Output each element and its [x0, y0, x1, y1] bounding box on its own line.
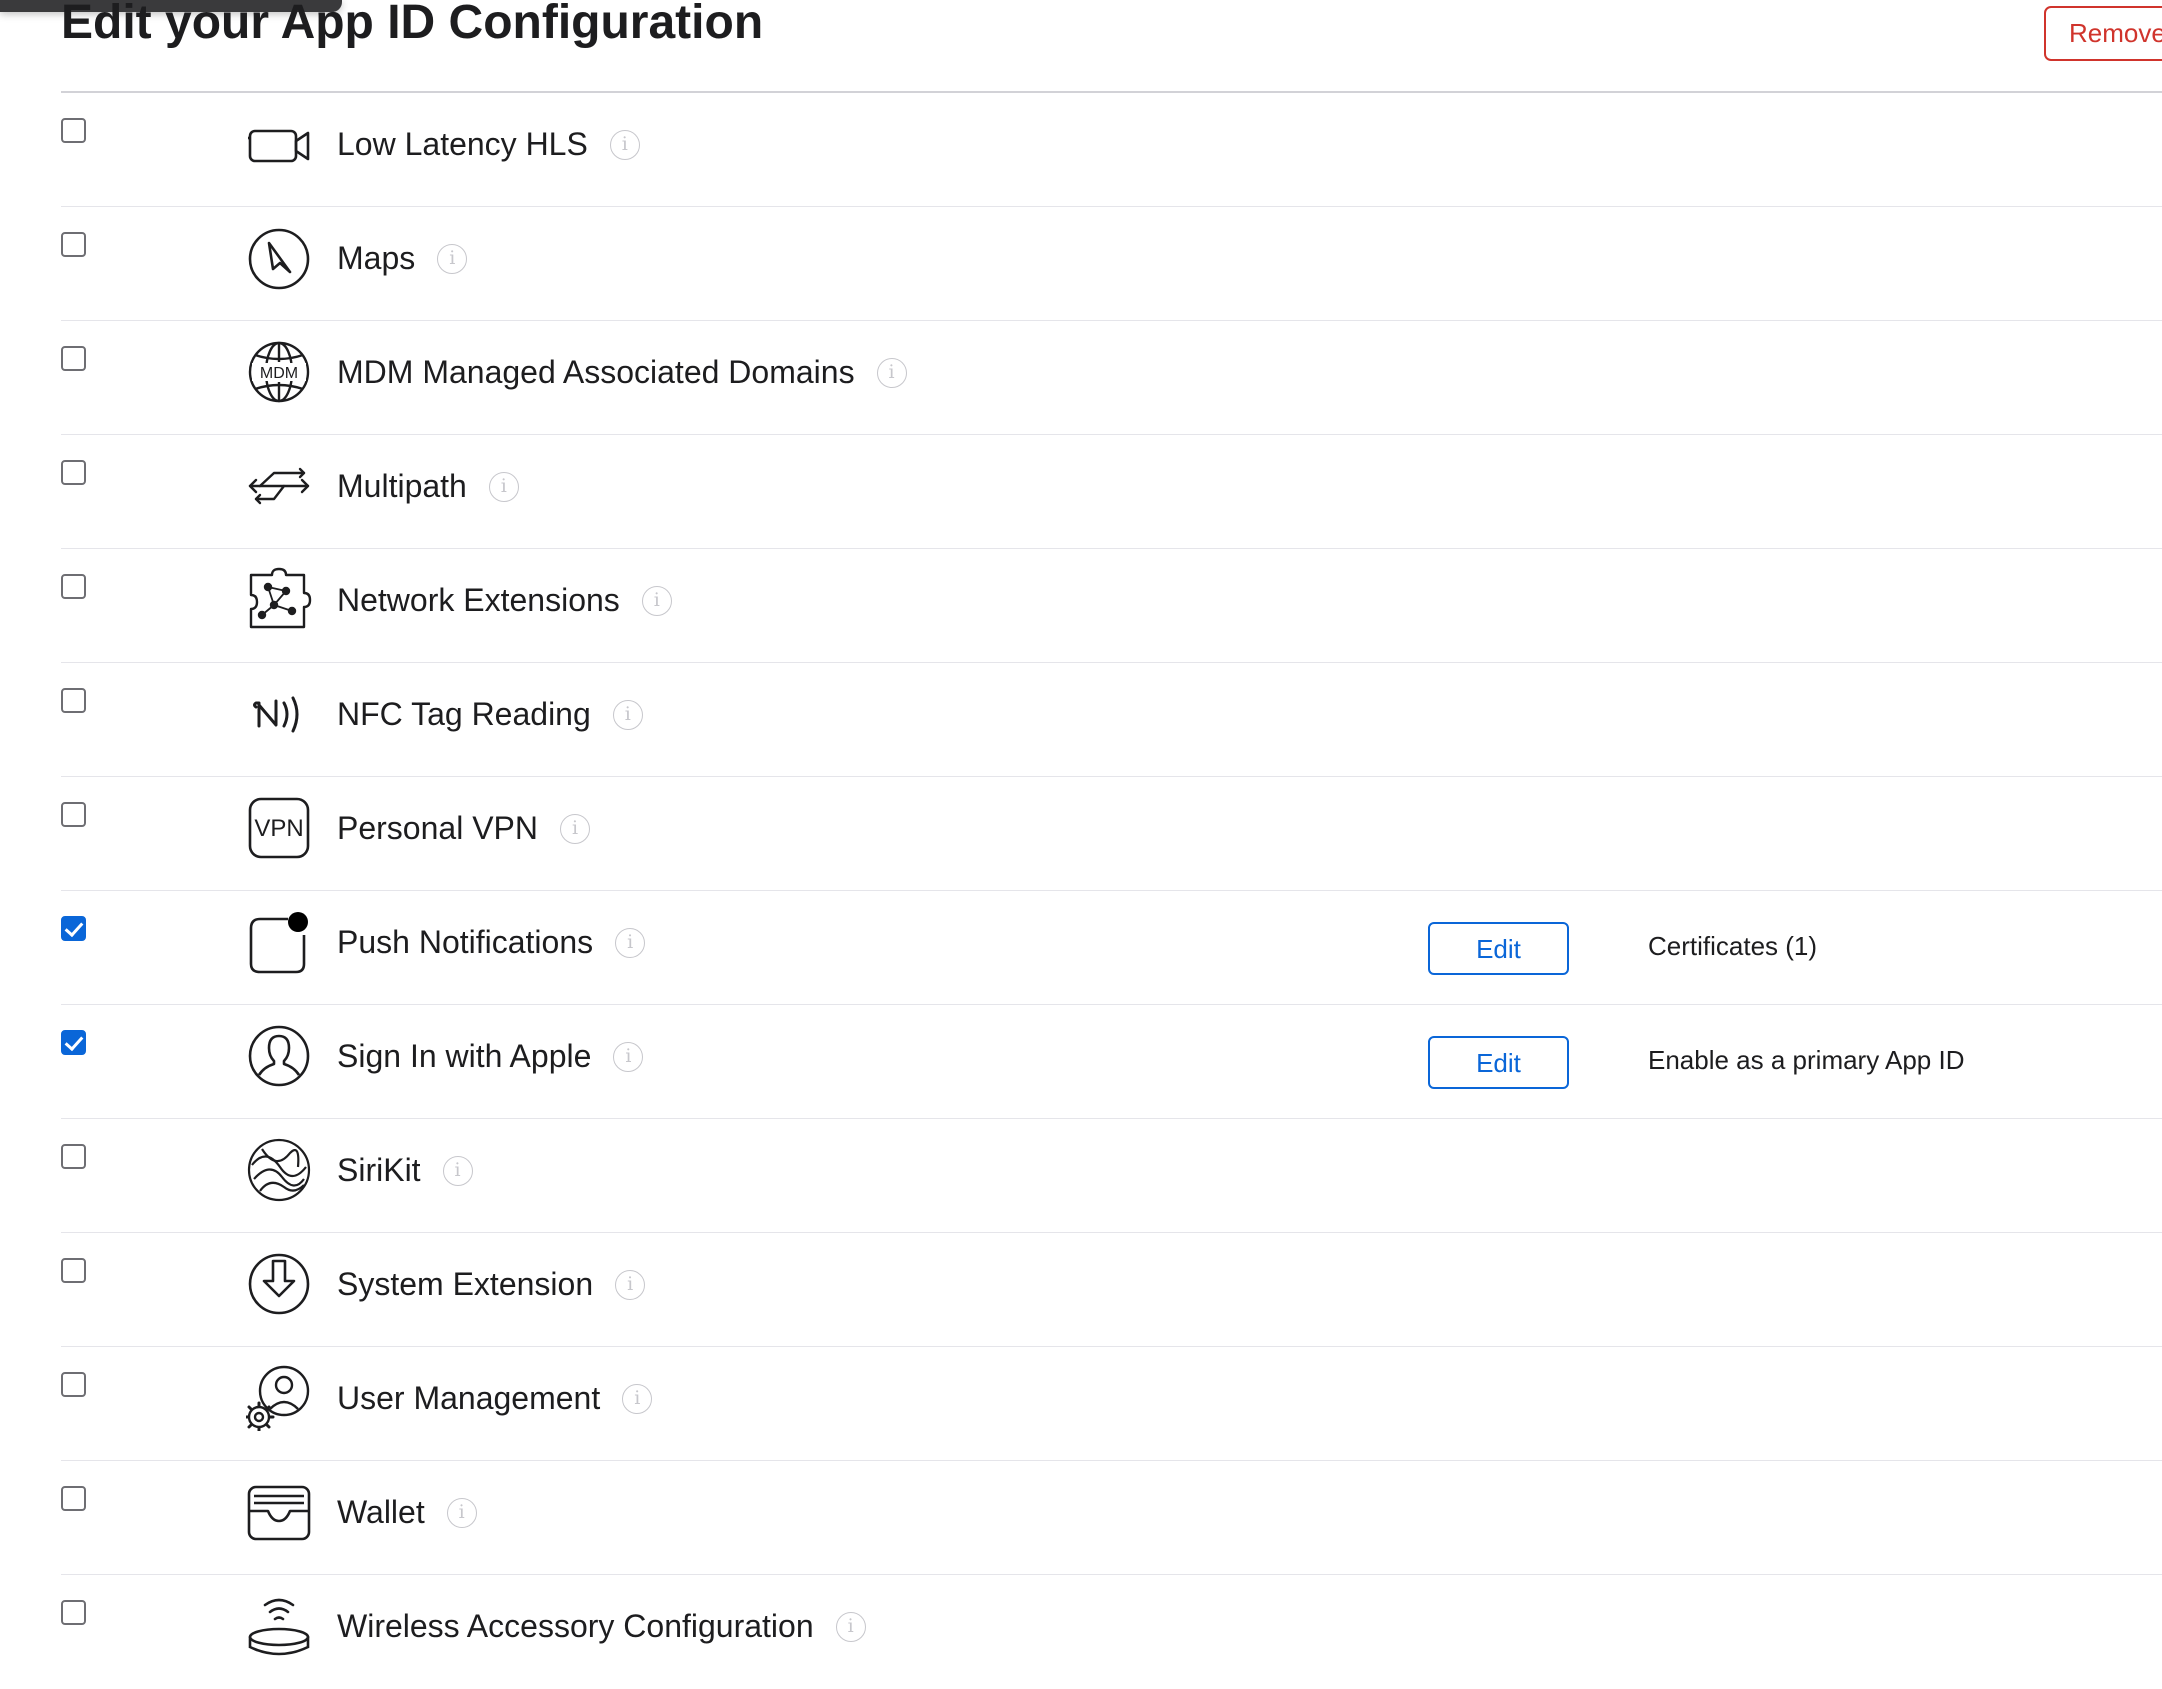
nfc-icon — [246, 681, 312, 747]
capability-label: Maps i — [337, 238, 468, 278]
capability-checkbox[interactable] — [61, 1600, 86, 1625]
capability-label-text: Sign In with Apple — [337, 1038, 592, 1074]
info-icon[interactable]: i — [488, 471, 519, 502]
capability-label-text: Wallet — [337, 1494, 425, 1530]
info-icon[interactable]: i — [613, 1041, 644, 1072]
capability-label: NFC Tag Reading i — [337, 694, 643, 734]
capability-row-low-latency-hls: Low Latency HLS i — [61, 93, 2162, 207]
capability-row-multipath: Multipath i — [61, 435, 2162, 549]
capability-row-sign-in-with-apple: Sign In with Apple i Edit Enable as a pri… — [61, 1005, 2162, 1119]
capability-label-text: Maps — [337, 240, 416, 276]
user-gear-icon — [246, 1365, 312, 1431]
info-icon[interactable]: i — [442, 1155, 473, 1186]
person-circle-icon — [246, 1023, 312, 1089]
info-icon[interactable]: i — [559, 813, 590, 844]
capability-label: Sign In with Apple i — [337, 1036, 644, 1076]
capability-checkbox[interactable] — [61, 232, 86, 257]
capability-label: Network Extensions i — [337, 580, 672, 620]
capability-checkbox[interactable] — [61, 1030, 86, 1055]
capability-label-text: NFC Tag Reading — [337, 696, 591, 732]
capability-label-text: User Management — [337, 1380, 601, 1416]
capability-label: Push Notifications i — [337, 922, 646, 962]
capability-label: Low Latency HLS i — [337, 124, 640, 164]
capability-row-network-extensions: Network Extensions i — [61, 549, 2162, 663]
capability-label: Wallet i — [337, 1492, 477, 1532]
capability-row-wireless-accessory-configuration: Wireless Accessory Configuration i — [61, 1575, 2162, 1689]
compass-icon — [246, 225, 312, 291]
capability-label: MDM Managed Associated Domains i — [337, 352, 907, 392]
wireless-accessory-icon — [246, 1593, 312, 1659]
info-icon[interactable]: i — [876, 357, 907, 388]
capability-label-text: SiriKit — [337, 1152, 421, 1188]
capability-checkbox[interactable] — [61, 1372, 86, 1397]
capability-label-text: System Extension — [337, 1266, 594, 1302]
capability-row-personal-vpn: VPN Personal VPN i — [61, 777, 2162, 891]
capability-checkbox[interactable] — [61, 802, 86, 827]
capability-row-nfc-tag-reading: NFC Tag Reading i — [61, 663, 2162, 777]
capability-checkbox[interactable] — [61, 688, 86, 713]
capability-label: Multipath i — [337, 466, 519, 506]
download-arrow-icon — [246, 1251, 312, 1317]
info-icon[interactable]: i — [641, 585, 672, 616]
capability-row-maps: Maps i — [61, 207, 2162, 321]
capability-list: Low Latency HLS i Maps i MDM MDM Managed… — [0, 93, 2162, 1689]
capability-label-text: Low Latency HLS — [337, 126, 588, 162]
info-icon[interactable]: i — [446, 1497, 477, 1528]
capability-label: System Extension i — [337, 1264, 646, 1304]
capability-label-text: Personal VPN — [337, 810, 538, 846]
capability-checkbox[interactable] — [61, 1486, 86, 1511]
capability-checkbox[interactable] — [61, 118, 86, 143]
info-icon[interactable]: i — [615, 927, 646, 958]
capability-label-text: Wireless Accessory Configuration — [337, 1608, 814, 1644]
edit-sign-in-with-apple-button[interactable]: Edit — [1428, 1036, 1569, 1089]
capability-label: SiriKit i — [337, 1150, 473, 1190]
info-icon[interactable]: i — [612, 699, 643, 730]
remove-button[interactable]: Remove — [2044, 6, 2162, 61]
capability-label: Wireless Accessory Configuration i — [337, 1606, 866, 1646]
siri-icon — [246, 1137, 312, 1203]
capability-row-user-management: User Management i — [61, 1347, 2162, 1461]
info-icon[interactable]: i — [615, 1269, 646, 1300]
video-camera-icon — [246, 111, 312, 177]
capability-label-text: Network Extensions — [337, 582, 620, 618]
capability-checkbox[interactable] — [61, 346, 86, 371]
capability-checkbox[interactable] — [61, 1144, 86, 1169]
capability-checkbox[interactable] — [61, 916, 86, 941]
info-icon[interactable]: i — [437, 243, 468, 274]
capability-row-mdm-managed-associated-domains: MDM MDM Managed Associated Domains i — [61, 321, 2162, 435]
vpn-icon: VPN — [246, 795, 312, 861]
capability-detail: Enable as a primary App ID — [1648, 1045, 1965, 1075]
mdm-icon-text: MDM — [260, 365, 298, 382]
capability-checkbox[interactable] — [61, 460, 86, 485]
capability-label-text: MDM Managed Associated Domains — [337, 354, 855, 390]
info-icon[interactable]: i — [609, 129, 640, 160]
notification-badge-icon — [246, 909, 312, 975]
info-icon[interactable]: i — [622, 1383, 653, 1414]
capability-row-sirikit: SiriKit i — [61, 1119, 2162, 1233]
capability-checkbox[interactable] — [61, 574, 86, 599]
capability-row-system-extension: System Extension i — [61, 1233, 2162, 1347]
capability-row-push-notifications: Push Notifications i Edit Certificates (1… — [61, 891, 2162, 1005]
wallet-icon — [246, 1479, 312, 1545]
capability-label-text: Multipath — [337, 468, 467, 504]
page-title: Edit your App ID Configuration — [61, 0, 764, 49]
multipath-arrows-icon — [246, 453, 312, 519]
network-extension-icon — [246, 567, 312, 633]
capability-label: Personal VPN i — [337, 808, 590, 848]
capability-label: User Management i — [337, 1378, 653, 1418]
capability-checkbox[interactable] — [61, 1258, 86, 1283]
info-icon[interactable]: i — [835, 1611, 866, 1642]
edit-push-notifications-button[interactable]: Edit — [1428, 922, 1569, 975]
capability-row-wallet: Wallet i — [61, 1461, 2162, 1575]
vpn-icon-text: VPN — [254, 815, 303, 842]
capability-detail: Certificates (1) — [1648, 931, 1818, 961]
mdm-globe-icon: MDM — [246, 339, 312, 405]
capability-label-text: Push Notifications — [337, 924, 594, 960]
